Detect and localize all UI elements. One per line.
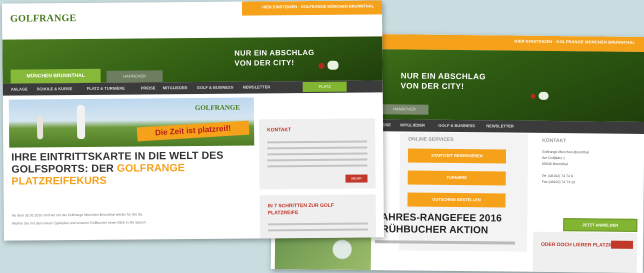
nav-item-golf-business[interactable]: GOLF & BUSINESS [197,85,234,90]
jahres-title-line-2: FRÜHBUCHER AKTION [375,224,489,237]
turniere-button[interactable]: TURNIERE [407,170,506,186]
nav-item-platz-turniere[interactable]: PLATZ & TURNIERE [87,86,125,91]
top-info-bar: HIER EINSTEIGEN · GOLFRANGE MÜNCHEN BRUN… [241,0,383,16]
slogan-line-2: VON DER CITY! [234,58,295,68]
anmelden-button[interactable]: JETZT ANMELDEN [563,218,638,232]
kontakt-more-button[interactable]: MEHR [345,174,368,183]
kontakt-box: KONTAKT MEHR [258,118,376,190]
front-page-screenshot: GOLFRANGE HIER EINSTEIGEN · GOLFRANGE MÜ… [1,0,385,241]
banner-logo: GOLFRANGE [194,103,241,112]
tab-hannover[interactable]: HANNOVER [106,70,163,83]
body-text: Ab dem 30.03.2016 sind wir mit der Golfr… [12,210,147,227]
platzreife-steps-box: IN 7 SCHRITTEN ZUR GOLF PLATZREIFE [259,194,377,239]
kontakt-line: 85649 Brunnthal [541,161,568,167]
platz-info-button[interactable]: PLATZ INFORMATIONEN [302,81,347,99]
tab-muenchen[interactable]: MÜNCHEN BRUNNTHAL [10,68,101,84]
kontakt-line: Am Golfplatz 1 [541,155,565,161]
banner-claim: Die Zeit ist platzreif! [136,120,250,142]
kontakt-box-title: KONTAKT [267,127,292,134]
toggle-icon[interactable] [327,60,339,70]
main-nav: ANLAGE SCHULE & KURSE PLATZ & TURNIERE P… [2,80,383,99]
startzeit-button[interactable]: STARTZEIT RESERVIEREN [407,148,507,164]
gutschein-button[interactable]: GUTSCHEIN BESTELLEN [407,192,506,208]
nav-item-mitglieder[interactable]: MITGLIEDER [400,122,425,127]
jahres-rangefee-title: JAHRES-RANGEFEE 2016 FRÜHBUCHER AKTION [375,212,502,237]
platzreife-teaser: ODER DOCH LIEBER PLATZREIFE? [532,231,638,273]
slogan-line-1: NUR EIN ABSCHLAG [234,47,315,58]
platzreife-steps-text [267,222,368,235]
online-services-title: ONLINE SERVICES [408,136,454,143]
kontakt-line: Golfrange München-Brunnthal [541,149,589,155]
hero-slogan: NUR EIN ABSCHLAG VON DER CITY! [234,48,314,69]
tab-location[interactable]: HANNOVER [380,104,429,115]
nav-item-newsletter[interactable]: NEWSLETTER [243,84,271,89]
hero-slogan: NUR EIN ABSCHLAG VON DER CITY! [401,71,486,92]
golfer-figure [76,104,86,140]
golf-ball-icon [530,93,536,99]
kontakt-title: KONTAKT [542,137,567,145]
slogan-line-2: VON DER CITY! [400,81,465,92]
golfer-figure [36,115,44,140]
body-line-2: Werfen Sie mit dem neuen Spielplan und u… [11,220,147,226]
nav-item-preise[interactable]: PREISE [141,85,156,90]
platzreife-more-button[interactable] [611,240,634,249]
top-info-text[interactable]: HIER EINSTEIGEN · GOLFRANGE MÜNCHEN BRUN… [514,39,635,45]
kontakt-box-text [267,140,368,171]
nav-item-newsletter[interactable]: NEWSLETTER [486,123,514,128]
toggle-icon[interactable] [538,91,549,100]
golf-ball-icon [318,62,325,69]
nav-item-mitglieder[interactable]: MITGLIEDER [163,85,188,90]
nav-item-golf-business[interactable]: GOLF & BUSINESS [438,123,475,128]
kontakt-line: Fax (08102) 74 74 20 [541,179,576,185]
page-headline: IHRE EINTRITTSKARTE IN DIE WELT DES GOLF… [11,149,251,188]
nav-item-schule-kurse[interactable]: SCHULE & KURSE [37,86,73,91]
nav-item-anlage[interactable]: ANLAGE [11,86,28,91]
promo-banner[interactable]: GOLFRANGE Die Zeit ist platzreif! [8,97,255,148]
top-info-text[interactable]: HIER EINSTEIGEN · GOLFRANGE MÜNCHEN BRUN… [262,3,374,9]
kontakt-line: Tel. (08102) 74 74 0 [541,173,573,179]
platzreife-steps-title: IN 7 SCHRITTEN ZUR GOLF PLATZREIFE [267,202,334,217]
golfrange-logo[interactable]: GOLFRANGE [10,13,76,25]
